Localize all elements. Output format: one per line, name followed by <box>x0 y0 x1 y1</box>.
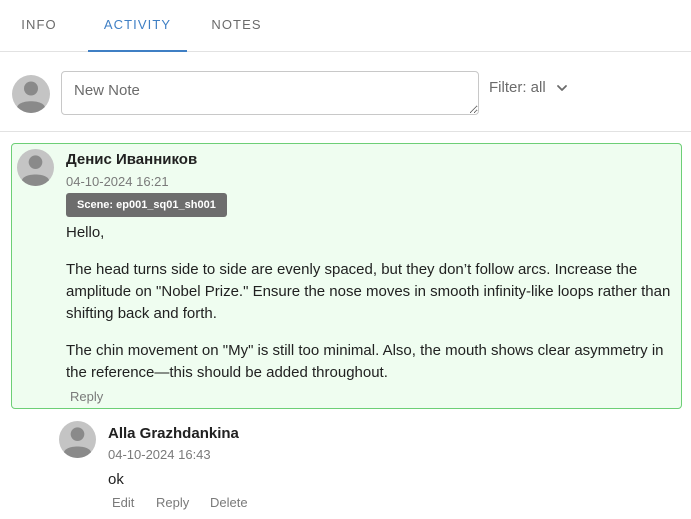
edit-button[interactable]: Edit <box>112 495 134 510</box>
filter-label: Filter: all <box>489 78 546 96</box>
tab-notes[interactable]: NOTES <box>187 0 286 51</box>
comment-card: Денис Иванников 04-10-2024 16:21 Scene: … <box>11 143 682 409</box>
reply-author: Alla Grazhdankina <box>108 425 239 442</box>
reply-button[interactable]: Reply <box>70 389 103 404</box>
user-avatar-icon <box>12 75 50 113</box>
reply-text: ok <box>108 471 124 488</box>
filter-dropdown[interactable]: Filter: all <box>489 76 568 98</box>
reply-button[interactable]: Reply <box>156 495 189 510</box>
reply-author-avatar-icon <box>59 421 96 458</box>
comment-paragraph: The head turns side to side are evenly s… <box>66 261 671 322</box>
author-avatar-icon <box>17 149 54 186</box>
comment-paragraph: Hello, <box>66 224 105 241</box>
delete-button[interactable]: Delete <box>210 495 248 510</box>
tab-info[interactable]: INFO <box>0 0 78 51</box>
tab-bar: INFO ACTIVITY NOTES <box>0 0 691 52</box>
chevron-down-icon <box>556 81 568 93</box>
new-note-input[interactable] <box>61 71 479 115</box>
comment-paragraph: The chin movement on "My" is still too m… <box>66 342 664 381</box>
reply-timestamp: 04-10-2024 16:43 <box>108 447 211 462</box>
note-composer: Filter: all <box>0 52 691 132</box>
tab-activity[interactable]: ACTIVITY <box>88 0 187 52</box>
comment-author: Денис Иванников <box>66 151 198 168</box>
scene-badge[interactable]: Scene: ep001_sq01_sh001 <box>66 193 227 217</box>
comment-timestamp: 04-10-2024 16:21 <box>66 174 169 189</box>
reply-comment: Alla Grazhdankina 04-10-2024 16:43 ok Ed… <box>0 410 691 519</box>
